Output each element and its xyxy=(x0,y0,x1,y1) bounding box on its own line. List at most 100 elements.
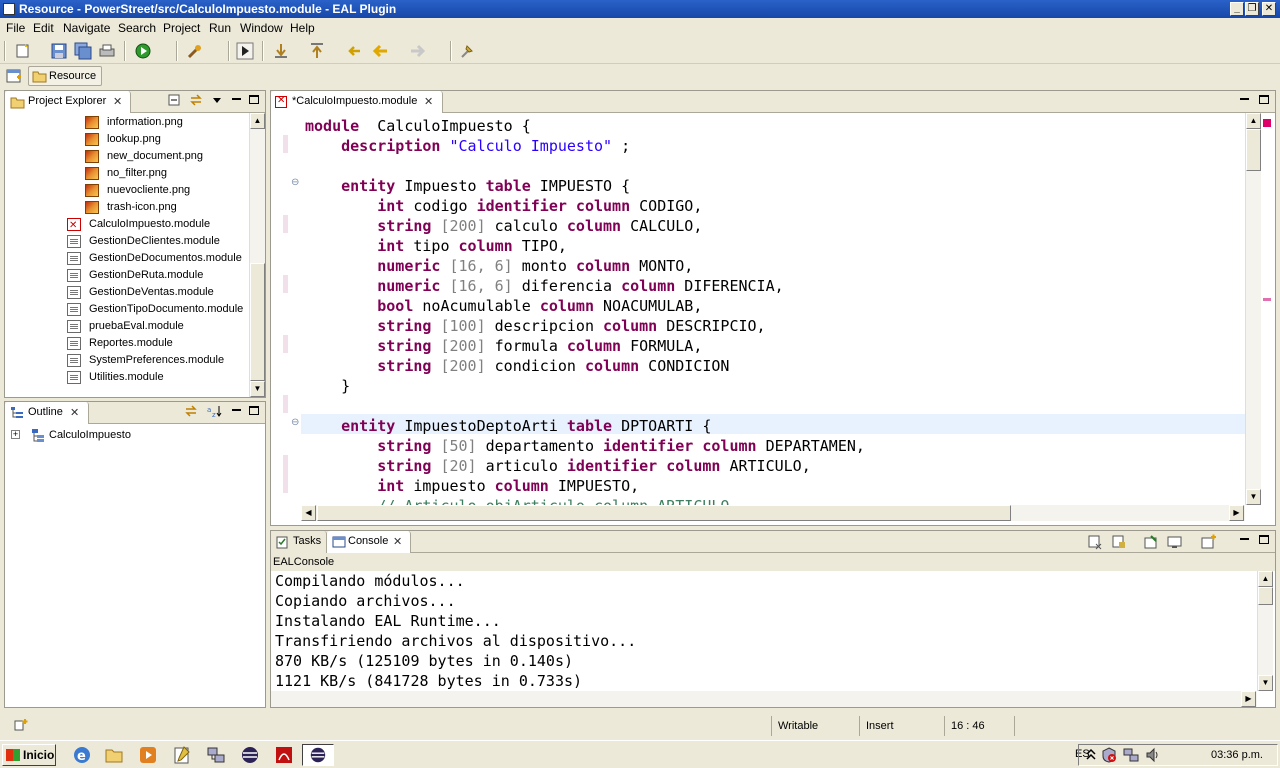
tree-item-label: Utilities.module xyxy=(89,371,164,383)
scroll-down-arrow-icon[interactable]: ▼ xyxy=(250,381,265,397)
menu-help[interactable]: Help xyxy=(290,21,315,35)
previous-annotation-icon[interactable] xyxy=(308,42,326,60)
tray-expand-icon[interactable] xyxy=(1085,748,1097,762)
restore-button[interactable]: ❐ xyxy=(1245,2,1259,16)
scroll-down-arrow-icon[interactable]: ▼ xyxy=(1258,675,1273,691)
change-indicator[interactable] xyxy=(1263,298,1271,301)
pin-console-icon[interactable] xyxy=(1143,534,1159,550)
minimize-console-icon[interactable] xyxy=(1239,534,1251,546)
clock[interactable]: 03:36 p.m. xyxy=(1211,749,1263,761)
external-tools-icon[interactable] xyxy=(186,42,204,60)
taskbar-eclipse-window[interactable] xyxy=(302,744,334,766)
internet-explorer-icon[interactable]: e xyxy=(72,745,92,765)
next-annotation-icon[interactable] xyxy=(272,42,290,60)
display-console-icon[interactable] xyxy=(1167,534,1183,550)
fold-icon[interactable]: ⊖ xyxy=(291,177,299,188)
collapse-all-icon[interactable] xyxy=(168,94,180,106)
menu-file[interactable]: File xyxy=(6,21,25,35)
fast-view-icon[interactable] xyxy=(14,718,30,732)
scroll-right-arrow-icon[interactable]: ▶ xyxy=(1229,505,1244,521)
code-token: numeric xyxy=(377,257,441,275)
save-all-icon[interactable] xyxy=(74,42,92,60)
tab-tasks[interactable]: Tasks xyxy=(271,531,327,553)
maximize-editor-icon[interactable] xyxy=(1259,95,1269,104)
scroll-up-arrow-icon[interactable]: ▲ xyxy=(1258,571,1273,587)
scroll-up-arrow-icon[interactable]: ▲ xyxy=(1246,113,1261,129)
scroll-left-arrow-icon[interactable]: ◀ xyxy=(301,505,316,521)
security-alert-icon[interactable] xyxy=(1101,747,1117,763)
eclipse-icon[interactable] xyxy=(240,745,260,765)
forward-icon[interactable] xyxy=(408,42,426,60)
print-icon[interactable] xyxy=(98,42,116,60)
perspective-resource-button[interactable]: Resource xyxy=(28,66,102,86)
scroll-down-arrow-icon[interactable]: ▼ xyxy=(1246,489,1261,505)
menu-search[interactable]: Search xyxy=(118,21,156,35)
code-area[interactable]: module CalculoImpuesto { description "Ca… xyxy=(301,113,1245,505)
save-icon[interactable] xyxy=(50,42,68,60)
maximize-outline-icon[interactable] xyxy=(249,406,259,415)
scroll-up-arrow-icon[interactable]: ▲ xyxy=(250,113,265,129)
close-console-icon[interactable]: ✕ xyxy=(393,535,402,548)
editor-vertical-scrollbar[interactable]: ▲ ▼ xyxy=(1245,113,1261,505)
minimize-view-icon[interactable] xyxy=(231,94,243,106)
view-menu-icon[interactable] xyxy=(211,94,223,106)
pin-editor-icon[interactable] xyxy=(458,42,476,60)
menu-navigate[interactable]: Navigate xyxy=(63,21,110,35)
run-icon[interactable] xyxy=(134,42,152,60)
minimize-editor-icon[interactable] xyxy=(1239,94,1251,106)
close-editor-tab-icon[interactable]: ✕ xyxy=(424,95,433,108)
tab-console[interactable]: Console ✕ xyxy=(327,531,411,553)
code-token: entity xyxy=(341,177,396,195)
close-outline-icon[interactable]: ✕ xyxy=(70,406,79,419)
network-connection-icon[interactable] xyxy=(1123,747,1139,763)
media-player-icon[interactable] xyxy=(138,745,158,765)
last-edit-location-icon[interactable] xyxy=(346,42,364,60)
sync-outline-icon[interactable] xyxy=(185,405,197,417)
minimize-outline-icon[interactable] xyxy=(231,405,243,417)
editor-horizontal-scrollbar[interactable]: ◀ ▶ xyxy=(301,505,1245,521)
close-window-button[interactable]: ✕ xyxy=(1262,2,1276,16)
console-vertical-scrollbar[interactable]: ▲ ▼ xyxy=(1257,571,1273,691)
network-icon[interactable] xyxy=(206,745,226,765)
project-explorer-scrollbar[interactable]: ▲ ▼ xyxy=(249,113,265,397)
console-output[interactable]: Compilando módulos... Copiando archivos..… xyxy=(271,571,1257,691)
tab-outline[interactable]: Outline ✕ xyxy=(5,402,89,424)
back-icon[interactable] xyxy=(372,42,390,60)
menu-run[interactable]: Run xyxy=(209,21,231,35)
scroll-thumb-horizontal[interactable] xyxy=(317,505,1011,521)
scroll-thumb[interactable] xyxy=(1258,587,1273,605)
minimize-button[interactable]: _ xyxy=(1230,2,1244,16)
open-console-icon[interactable] xyxy=(1201,534,1217,550)
play-icon[interactable] xyxy=(236,42,254,60)
maximize-console-icon[interactable] xyxy=(1259,535,1269,544)
new-wizard-icon[interactable] xyxy=(14,42,32,60)
scroll-thumb[interactable] xyxy=(250,263,265,381)
close-project-explorer-icon[interactable]: ✕ xyxy=(113,95,122,108)
acrobat-icon[interactable] xyxy=(274,745,294,765)
tab-project-explorer[interactable]: Project Explorer ✕ xyxy=(5,91,131,113)
maximize-view-icon[interactable] xyxy=(249,95,259,104)
expand-icon[interactable]: + xyxy=(11,430,20,439)
volume-icon[interactable] xyxy=(1145,747,1161,763)
explorer-folder-icon[interactable] xyxy=(104,745,124,765)
notepad-icon[interactable] xyxy=(172,745,192,765)
menu-window[interactable]: Window xyxy=(240,21,283,35)
console-horizontal-scrollbar[interactable]: ▶ xyxy=(271,691,1257,707)
scroll-right-arrow-icon[interactable]: ▶ xyxy=(1241,691,1256,707)
code-line: entity Impuesto table IMPUESTO { xyxy=(305,176,630,196)
clear-console-icon[interactable] xyxy=(1087,534,1103,550)
menu-project[interactable]: Project xyxy=(163,21,200,35)
menu-edit[interactable]: Edit xyxy=(33,21,54,35)
scroll-lock-icon[interactable] xyxy=(1111,534,1127,550)
open-perspective-icon[interactable] xyxy=(6,68,22,84)
code-token: column xyxy=(693,437,757,455)
fold-icon[interactable]: ⊖ xyxy=(291,417,299,428)
scroll-thumb[interactable] xyxy=(1246,129,1261,171)
link-with-editor-icon[interactable] xyxy=(190,94,202,106)
code-line: module CalculoImpuesto { xyxy=(305,116,531,136)
sort-az-icon[interactable]: az xyxy=(207,405,223,417)
error-indicator-icon[interactable] xyxy=(1263,119,1271,127)
tab-calculo-impuesto-module[interactable]: *CalculoImpuesto.module ✕ xyxy=(271,91,443,113)
start-button[interactable]: Inicio xyxy=(2,744,56,766)
